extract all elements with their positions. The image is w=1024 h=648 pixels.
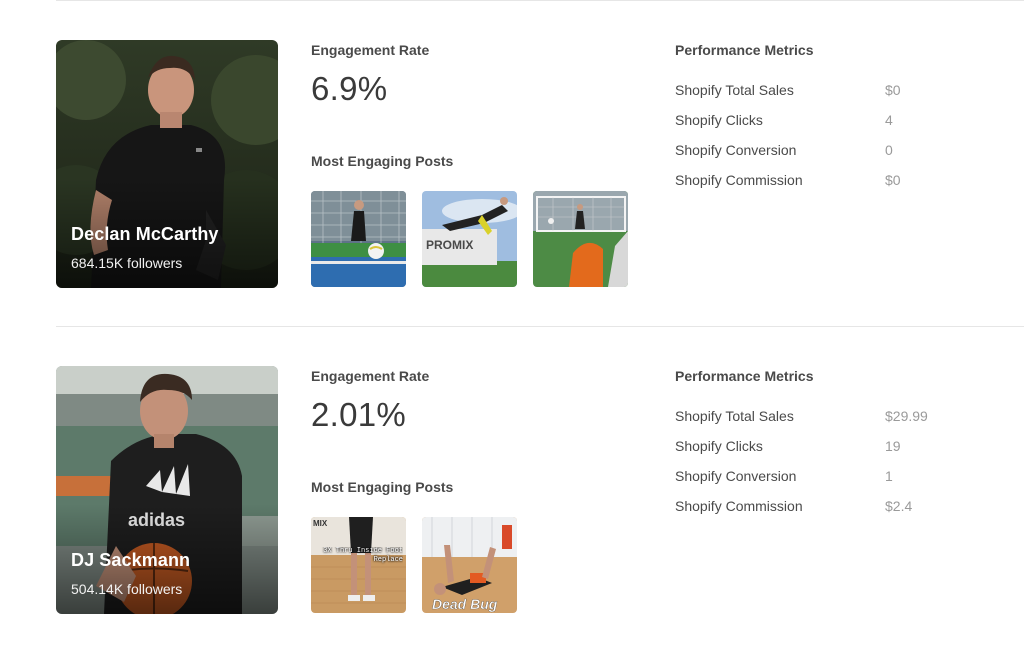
profile-card[interactable]: Declan McCarthy 684.15K followers (56, 40, 278, 288)
influencer-name[interactable]: DJ Sackmann (71, 550, 190, 571)
post-overlay-text: 3X Thru Inside Foot Replace (323, 547, 403, 564)
metric-value: 19 (885, 438, 901, 454)
metric-value: 4 (885, 112, 893, 128)
metric-value: $29.99 (885, 408, 928, 424)
performance-title: Performance Metrics (675, 368, 814, 384)
dead-bug-exercise-photo: Dead Bug (422, 517, 517, 613)
metric-label: Shopify Total Sales (675, 82, 794, 98)
metric-value: 1 (885, 468, 893, 484)
metric-value: $0 (885, 82, 901, 98)
metric-label: Shopify Clicks (675, 112, 763, 128)
follower-count: 504.14K followers (71, 581, 183, 597)
metric-value: 0 (885, 142, 893, 158)
metric-row: Shopify Total Sales $29.99 (675, 408, 975, 428)
divider (56, 0, 1024, 1)
metric-row: Shopify Commission $2.4 (675, 498, 975, 518)
metric-row: Shopify Clicks 19 (675, 438, 975, 458)
influencer-row: adidas DJ Sackmann 504.14K followers Eng… (0, 366, 1024, 616)
metric-label: Shopify Conversion (675, 468, 797, 484)
influencer-row: Declan McCarthy 684.15K followers Engage… (0, 40, 1024, 290)
engagement-label: Engagement Rate (311, 368, 430, 384)
post-overlay-brand: MIX (313, 519, 328, 528)
influencer-list: Declan McCarthy 684.15K followers Engage… (0, 0, 1024, 648)
metric-row: Shopify Commission $0 (675, 172, 975, 192)
basketball-footwork-photo: MIX 3X Thru Inside Foot Replace (311, 517, 406, 613)
metric-label: Shopify Total Sales (675, 408, 794, 424)
metric-value: $2.4 (885, 498, 913, 514)
svg-text:PROMIX: PROMIX (426, 238, 473, 252)
divider (56, 326, 1024, 327)
metric-row: Shopify Total Sales $0 (675, 82, 975, 102)
promix-diving-save-photo: PROMIX (422, 191, 517, 287)
performance-title: Performance Metrics (675, 42, 814, 58)
metric-row: Shopify Clicks 4 (675, 112, 975, 132)
post-thumbnail[interactable] (533, 191, 628, 287)
post-thumbnail[interactable]: MIX 3X Thru Inside Foot Replace (311, 517, 406, 613)
post-overlay-text: Dead Bug (432, 596, 498, 612)
post-thumbnail[interactable] (311, 191, 406, 287)
influencer-name[interactable]: Declan McCarthy (71, 224, 219, 245)
follower-count: 684.15K followers (71, 255, 183, 271)
posts-label: Most Engaging Posts (311, 153, 454, 169)
engagement-label: Engagement Rate (311, 42, 430, 58)
profile-card[interactable]: adidas DJ Sackmann 504.14K followers (56, 366, 278, 614)
metric-row: Shopify Conversion 1 (675, 468, 975, 488)
goalkeeper-training-photo (311, 191, 406, 287)
metric-label: Shopify Clicks (675, 438, 763, 454)
post-thumbnail[interactable]: PROMIX (422, 191, 517, 287)
metric-row: Shopify Conversion 0 (675, 142, 975, 162)
metric-label: Shopify Commission (675, 498, 803, 514)
metric-label: Shopify Conversion (675, 142, 797, 158)
posts-label: Most Engaging Posts (311, 479, 454, 495)
engagement-rate: 6.9% (311, 70, 388, 107)
metric-value: $0 (885, 172, 901, 188)
engagement-rate: 2.01% (311, 396, 407, 433)
post-thumbnail[interactable]: Dead Bug (422, 517, 517, 613)
goal-drill-photo (533, 191, 628, 287)
metric-label: Shopify Commission (675, 172, 803, 188)
